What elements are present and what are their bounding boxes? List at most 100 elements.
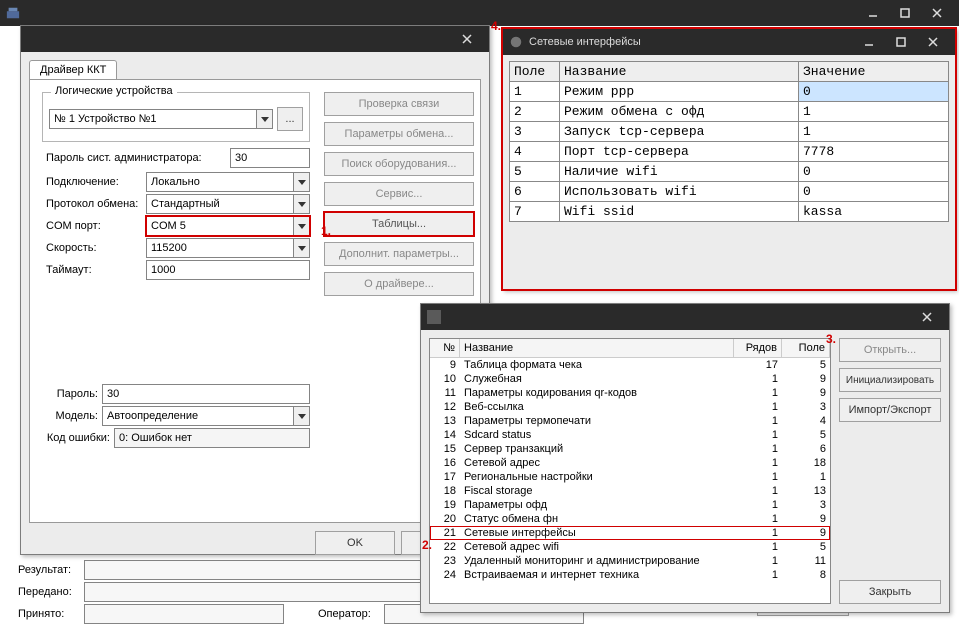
import-export-button[interactable]: Импорт/Экспорт	[839, 398, 941, 422]
connection-combo[interactable]: Локально	[146, 172, 310, 192]
table-row[interactable]: 19Параметры офд13	[430, 498, 830, 512]
check-connection-button[interactable]: Проверка связи	[324, 92, 474, 116]
net-col-value[interactable]: Значение	[799, 62, 949, 82]
tables-listview[interactable]: № Название Рядов Поле 9Таблица формата ч…	[429, 338, 831, 604]
close-icon[interactable]	[917, 31, 949, 53]
table-row[interactable]: 11Параметры кодирования qr-кодов19	[430, 386, 830, 400]
init-table-button[interactable]: Инициализировать	[839, 368, 941, 392]
net-cell-value[interactable]: 0	[799, 162, 949, 182]
table-row[interactable]: 22Сетевой адрес wifi15	[430, 540, 830, 554]
cell-num: 15	[430, 442, 460, 456]
cell-num: 19	[430, 498, 460, 512]
tab-driver[interactable]: Драйвер ККТ	[29, 60, 117, 79]
net-col-field[interactable]: Поле	[510, 62, 560, 82]
cell-name: Региональные настройки	[460, 470, 734, 484]
net-row[interactable]: 6Использовать wifi0	[510, 182, 949, 202]
net-cell-field: 1	[510, 82, 560, 102]
timeout-input[interactable]	[146, 260, 310, 280]
table-row[interactable]: 12Веб-ссылка13	[430, 400, 830, 414]
net-cell-field: 6	[510, 182, 560, 202]
speed-combo[interactable]: 115200	[146, 238, 310, 258]
net-row[interactable]: 3Запуск tcp-сервера1	[510, 122, 949, 142]
exchange-params-button[interactable]: Параметры обмена...	[324, 122, 474, 146]
net-row[interactable]: 5Наличие wifi0	[510, 162, 949, 182]
col-rows[interactable]: Рядов	[734, 339, 782, 357]
table-row[interactable]: 10Служебная19	[430, 372, 830, 386]
device-combo[interactable]: № 1 Устройство №1	[49, 109, 273, 129]
net-cell-value[interactable]: 1	[799, 102, 949, 122]
table-row[interactable]: 14Sdcard status15	[430, 428, 830, 442]
admin-pwd-input[interactable]	[230, 148, 310, 168]
cell-rows: 1	[734, 400, 782, 414]
net-col-name[interactable]: Название	[560, 62, 799, 82]
net-row[interactable]: 7Wifi ssidkassa	[510, 202, 949, 222]
table-row[interactable]: 21Сетевые интерфейсы19	[430, 526, 830, 540]
ok-button[interactable]: OK	[315, 531, 395, 555]
table-row[interactable]: 24Встраиваемая и интернет техника18	[430, 568, 830, 582]
col-fields[interactable]: Поле	[782, 339, 830, 357]
net-table[interactable]: Поле Название Значение 1Режим ppp02Режим…	[509, 61, 949, 222]
protocol-value: Стандартный	[147, 198, 293, 210]
net-row[interactable]: 4Порт tcp-сервера7778	[510, 142, 949, 162]
net-row[interactable]: 2Режим обмена с офд1	[510, 102, 949, 122]
cell-num: 10	[430, 372, 460, 386]
marker-4: 4.	[491, 19, 501, 33]
close-tables-button[interactable]: Закрыть	[839, 580, 941, 604]
net-cell-field: 5	[510, 162, 560, 182]
close-icon[interactable]	[451, 28, 483, 50]
net-cell-field: 4	[510, 142, 560, 162]
table-row[interactable]: 9Таблица формата чека175	[430, 358, 830, 372]
table-row[interactable]: 13Параметры термопечати14	[430, 414, 830, 428]
table-row[interactable]: 23Удаленный мониторинг и администрирован…	[430, 554, 830, 568]
parent-titlebar	[0, 0, 959, 26]
pwd-input[interactable]	[102, 384, 310, 404]
cell-rows: 1	[734, 540, 782, 554]
net-cell-name: Наличие wifi	[560, 162, 799, 182]
errcode-label: Код ошибки:	[42, 430, 114, 446]
table-row[interactable]: 15Сервер транзакций16	[430, 442, 830, 456]
marker-1: 1.	[321, 224, 331, 238]
net-cell-name: Порт tcp-сервера	[560, 142, 799, 162]
net-cell-value[interactable]: 0	[799, 82, 949, 102]
net-cell-value[interactable]: kassa	[799, 202, 949, 222]
cell-num: 14	[430, 428, 460, 442]
com-port-combo[interactable]: COM 5	[146, 216, 310, 236]
protocol-combo[interactable]: Стандартный	[146, 194, 310, 214]
open-table-button[interactable]: Открыть...	[839, 338, 941, 362]
table-row[interactable]: 17Региональные настройки11	[430, 470, 830, 484]
col-name[interactable]: Название	[460, 339, 734, 357]
table-row[interactable]: 18Fiscal storage113	[430, 484, 830, 498]
search-hardware-button[interactable]: Поиск оборудования...	[324, 152, 474, 176]
marker-2: 2.	[422, 538, 432, 552]
minimize-icon[interactable]	[853, 31, 885, 53]
net-cell-value[interactable]: 7778	[799, 142, 949, 162]
net-cell-value[interactable]: 0	[799, 182, 949, 202]
table-row[interactable]: 16Сетевой адрес118	[430, 456, 830, 470]
device-browse-button[interactable]: ...	[277, 107, 303, 131]
net-cell-value[interactable]: 1	[799, 122, 949, 142]
cell-fields: 9	[782, 526, 830, 540]
maximize-icon[interactable]	[885, 31, 917, 53]
service-button[interactable]: Сервис...	[324, 182, 474, 206]
speed-label: Скорость:	[42, 240, 146, 256]
recv-field	[84, 604, 284, 624]
marker-3: 3.	[826, 332, 836, 346]
extra-params-button[interactable]: Дополнит. параметры...	[324, 242, 474, 266]
cell-fields: 1	[782, 470, 830, 484]
about-driver-button[interactable]: О драйвере...	[324, 272, 474, 296]
model-combo[interactable]: Автоопределение	[102, 406, 310, 426]
close-icon[interactable]	[921, 2, 953, 24]
cell-fields: 5	[782, 428, 830, 442]
cell-name: Fiscal storage	[460, 484, 734, 498]
close-icon[interactable]	[911, 306, 943, 328]
cell-rows: 1	[734, 526, 782, 540]
minimize-icon[interactable]	[857, 2, 889, 24]
maximize-icon[interactable]	[889, 2, 921, 24]
net-row[interactable]: 1Режим ppp0	[510, 82, 949, 102]
tables-button[interactable]: Таблицы...	[324, 212, 474, 236]
table-row[interactable]: 20Статус обмена фн19	[430, 512, 830, 526]
col-num[interactable]: №	[430, 339, 460, 357]
net-cell-field: 7	[510, 202, 560, 222]
cell-rows: 1	[734, 414, 782, 428]
cell-num: 21	[430, 526, 460, 540]
